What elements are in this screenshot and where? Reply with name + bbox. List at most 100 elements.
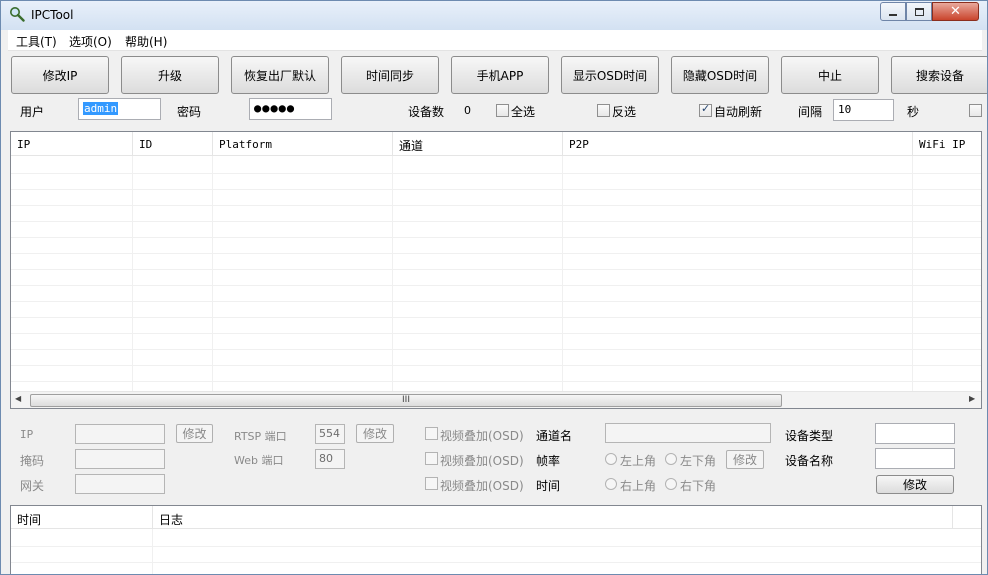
device-table[interactable]: IP ID Platform 通道 P2P WiFi IP ◀ III ▶ [10, 131, 982, 409]
title-bar: IPCTool ✕ [1, 1, 987, 30]
factory-reset-button[interactable]: 恢复出厂默认 [231, 56, 329, 94]
log-column-time[interactable]: 时间 [11, 506, 153, 529]
bottom-left-label: 左下角 [680, 454, 717, 468]
bottom-right-label: 右下角 [680, 479, 717, 493]
rtsp-port-label: RTSP 端口 [234, 430, 287, 443]
device-name-field[interactable] [875, 448, 955, 469]
osd-channel-checkbox[interactable] [425, 427, 438, 440]
show-osd-time-button[interactable]: 显示OSD时间 [561, 56, 659, 94]
device-name-label: 设备名称 [785, 454, 834, 468]
maximize-button[interactable] [906, 2, 932, 21]
toolbar: 修改IP 升级 恢复出厂默认 时间同步 手机APP 显示OSD时间 隐藏OSD时… [8, 51, 987, 131]
column-header-channel[interactable]: 通道 [393, 132, 563, 156]
interval-input[interactable]: 10 [833, 99, 894, 121]
gateway-field[interactable] [75, 474, 165, 494]
modify-ip-button[interactable]: 修改IP [11, 56, 109, 94]
column-header-p2p[interactable]: P2P [563, 132, 913, 156]
scroll-right-icon[interactable]: ▶ [969, 394, 975, 403]
user-input[interactable]: admin [78, 98, 161, 120]
close-button[interactable]: ✕ [932, 2, 979, 21]
auto-refresh-checkbox[interactable] [699, 102, 712, 117]
osd-time-label: 视频叠加(OSD) [440, 479, 524, 493]
table-row-line [11, 221, 981, 222]
log-row-line [11, 562, 981, 563]
column-header-platform[interactable]: Platform [213, 132, 393, 156]
modify-ip-setting-button[interactable]: 修改 [176, 424, 213, 443]
menu-help[interactable]: 帮助(H) [125, 33, 167, 50]
column-header-id[interactable]: ID [133, 132, 213, 156]
table-row-line [11, 205, 981, 206]
column-header-ip[interactable]: IP [11, 132, 133, 156]
device-type-field[interactable] [875, 423, 955, 444]
rtsp-port-field[interactable]: 554 [315, 424, 345, 444]
radio-bottom-right[interactable] [665, 478, 677, 490]
time-sync-button[interactable]: 时间同步 [341, 56, 439, 94]
column-header-wifi-ip[interactable]: WiFi IP [913, 132, 981, 156]
device-count-label: 设备数 [408, 105, 445, 119]
frame-rate-label: 帧率 [536, 454, 561, 468]
scroll-left-icon[interactable]: ◀ [15, 394, 21, 403]
scrollbar-thumb[interactable]: III [30, 394, 782, 407]
osd-time-checkbox[interactable] [425, 477, 438, 490]
select-all-checkbox[interactable] [496, 104, 509, 117]
top-left-label: 左上角 [620, 454, 657, 468]
hide-osd-time-button[interactable]: 隐藏OSD时间 [671, 56, 769, 94]
ip-field[interactable] [75, 424, 165, 444]
menu-bar: 工具(T) 选项(O) 帮助(H) [8, 30, 982, 51]
maximize-icon [914, 7, 924, 16]
log-column-filler [953, 506, 981, 529]
device-type-label: 设备类型 [785, 429, 834, 443]
radio-top-right[interactable] [605, 478, 617, 490]
device-table-header: IP ID Platform 通道 P2P WiFi IP [11, 132, 981, 156]
minimize-button[interactable] [880, 2, 906, 21]
table-row-line [11, 381, 981, 382]
osd-framerate-checkbox[interactable] [425, 452, 438, 465]
mask-field[interactable] [75, 449, 165, 469]
channel-name-label: 通道名 [536, 429, 573, 443]
table-row-line [11, 349, 981, 350]
password-label: 密码 [177, 105, 202, 119]
password-input[interactable]: ●●●●● [249, 98, 332, 120]
auto-refresh-label: 自动刷新 [714, 105, 763, 119]
web-port-field[interactable]: 80 [315, 449, 345, 469]
rtsp-modify-button[interactable]: 修改 [356, 424, 394, 443]
table-row-line [11, 269, 981, 270]
radio-bottom-left[interactable] [665, 453, 677, 465]
mobile-app-button[interactable]: 手机APP [451, 56, 549, 94]
osd-modify-button[interactable]: 修改 [726, 450, 764, 469]
device-modify-button[interactable]: 修改 [876, 475, 954, 494]
scroll-grip: III [402, 395, 410, 405]
upgrade-button[interactable]: 升级 [121, 56, 219, 94]
table-row-line [11, 301, 981, 302]
invert-select-label: 反选 [612, 105, 637, 119]
stop-button[interactable]: 中止 [781, 56, 879, 94]
invert-select-checkbox[interactable] [597, 104, 610, 117]
minimize-icon [889, 13, 897, 16]
radio-top-left[interactable] [605, 453, 617, 465]
interval-label: 间隔 [798, 105, 823, 119]
search-icon [10, 7, 25, 22]
table-row-line [11, 317, 981, 318]
time-label: 时间 [536, 479, 561, 493]
log-row-line [11, 546, 981, 547]
user-value: admin [83, 102, 119, 115]
channel-name-field[interactable] [605, 423, 771, 443]
menu-options[interactable]: 选项(O) [69, 33, 112, 50]
table-row-line [11, 285, 981, 286]
extra-checkbox[interactable] [969, 104, 982, 117]
table-row-line [11, 189, 981, 190]
log-column-log[interactable]: 日志 [153, 506, 953, 529]
log-table[interactable]: 时间 日志 [10, 505, 982, 574]
device-count-value: 0 [464, 104, 471, 117]
close-icon: ✕ [950, 4, 961, 19]
column-divider [132, 156, 133, 394]
app-window: IPCTool ✕ 工具(T) 选项(O) 帮助(H) 修改IP 升级 恢复出厂… [0, 0, 988, 575]
gateway-label: 网关 [20, 479, 45, 493]
horizontal-scrollbar[interactable]: ◀ III ▶ [11, 391, 981, 408]
table-row-line [11, 253, 981, 254]
menu-tools[interactable]: 工具(T) [16, 33, 57, 50]
column-divider [562, 156, 563, 394]
window-title: IPCTool [31, 8, 74, 22]
column-divider [912, 156, 913, 394]
search-devices-button[interactable]: 搜索设备 [891, 56, 987, 94]
